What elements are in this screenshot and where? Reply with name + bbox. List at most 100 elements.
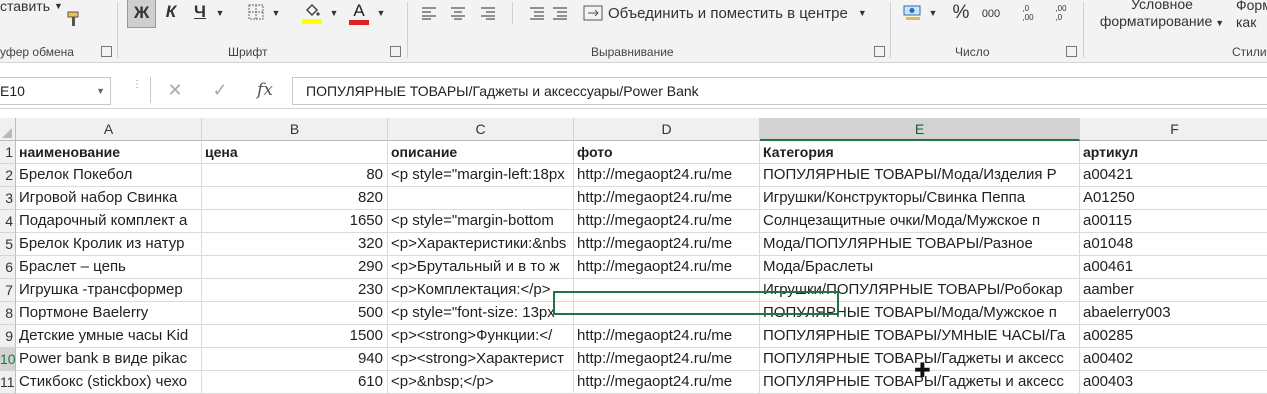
chevron-down-icon[interactable]: ▼ — [96, 78, 105, 104]
table-cell[interactable]: 80 — [202, 164, 388, 187]
conditional-formatting-button[interactable]: Условное форматирование ▼ — [1092, 0, 1232, 34]
table-cell[interactable]: http://megaopt24.ru/me — [574, 233, 760, 256]
table-cell[interactable]: Брелок Кролик из натур — [16, 233, 202, 256]
table-cell[interactable]: Мода/Браслеты — [760, 256, 1080, 279]
table-cell[interactable]: http://megaopt24.ru/me — [574, 348, 760, 371]
align-right-icon[interactable] — [477, 2, 499, 24]
borders-icon[interactable] — [246, 1, 266, 23]
table-cell[interactable]: a00402 — [1080, 348, 1267, 371]
row-header[interactable]: 11 — [0, 371, 16, 394]
table-cell[interactable]: <p>Комплектация:</p> — [388, 279, 574, 302]
table-cell[interactable]: 320 — [202, 233, 388, 256]
column-header-a[interactable]: A — [16, 118, 202, 141]
insert-function-icon[interactable]: fx — [250, 77, 280, 103]
table-cell[interactable]: a00403 — [1080, 371, 1267, 394]
table-cell[interactable]: <p>Брутальный и в то ж — [388, 256, 574, 279]
increase-decimal-button[interactable]: ,0 ,00 — [1015, 0, 1041, 26]
row-header[interactable]: 10 — [0, 348, 16, 371]
cancel-icon[interactable]: ✕ — [160, 77, 190, 103]
row-header[interactable]: 9 — [0, 325, 16, 348]
table-cell[interactable]: http://megaopt24.ru/me — [574, 187, 760, 210]
table-cell[interactable]: Детские умные часы Kid — [16, 325, 202, 348]
table-cell[interactable]: Игровой набор Свинка — [16, 187, 202, 210]
table-cell[interactable]: A01250 — [1080, 187, 1267, 210]
chevron-down-icon[interactable]: ▼ — [270, 3, 282, 23]
select-all-corner[interactable] — [0, 118, 16, 141]
column-header-c[interactable]: C — [388, 118, 574, 141]
table-cell[interactable]: 1500 — [202, 325, 388, 348]
format-painter-icon[interactable] — [64, 8, 84, 30]
header-cell[interactable]: артикул — [1080, 141, 1267, 164]
merge-center-button[interactable]: Объединить и поместить в центре ▼ — [583, 0, 867, 26]
row-header[interactable]: 1 — [0, 141, 16, 164]
table-cell[interactable]: 820 — [202, 187, 388, 210]
fill-color-button[interactable] — [300, 0, 324, 26]
percent-button[interactable]: % — [950, 1, 972, 25]
table-cell[interactable]: a00421 — [1080, 164, 1267, 187]
row-header[interactable]: 4 — [0, 210, 16, 233]
table-cell[interactable]: ПОПУЛЯРНЫЕ ТОВАРЫ/УМНЫЕ ЧАСЫ/Га — [760, 325, 1080, 348]
formula-input[interactable]: ПОПУЛЯРНЫЕ ТОВАРЫ/Гаджеты и аксессуары/P… — [292, 77, 1267, 105]
table-cell[interactable]: abaelerry003 — [1080, 302, 1267, 325]
align-left-icon[interactable] — [418, 2, 440, 24]
table-cell[interactable]: <p>Характеристики:&nbs — [388, 233, 574, 256]
table-cell[interactable] — [388, 187, 574, 210]
column-header-b[interactable]: B — [202, 118, 388, 141]
table-cell[interactable]: 610 — [202, 371, 388, 394]
format-as-table-button[interactable]: Форм как — [1236, 0, 1267, 34]
decrease-decimal-button[interactable]: ,00 ,0 — [1048, 0, 1074, 26]
table-cell[interactable]: aamber — [1080, 279, 1267, 302]
paste-button[interactable]: ставить ▼ — [0, 0, 63, 16]
table-cell[interactable]: Солнцезащитные очки/Мода/Мужское п — [760, 210, 1080, 233]
row-header[interactable]: 3 — [0, 187, 16, 210]
indent-icon[interactable] — [522, 2, 576, 24]
table-cell[interactable]: a01048 — [1080, 233, 1267, 256]
row-header[interactable]: 5 — [0, 233, 16, 256]
clipboard-launcher-icon[interactable] — [101, 46, 112, 57]
thousands-button[interactable]: 000 — [979, 3, 1003, 25]
column-header-d[interactable]: D — [574, 118, 760, 141]
table-cell[interactable]: <p>&nbsp;</p> — [388, 371, 574, 394]
table-cell[interactable]: Портмоне Baelerry — [16, 302, 202, 325]
table-cell[interactable]: 500 — [202, 302, 388, 325]
column-header-e[interactable]: E — [760, 118, 1080, 141]
table-cell[interactable]: 230 — [202, 279, 388, 302]
currency-icon[interactable] — [901, 0, 925, 26]
table-cell[interactable]: http://megaopt24.ru/me — [574, 164, 760, 187]
table-cell[interactable]: http://megaopt24.ru/me — [574, 325, 760, 348]
table-cell[interactable]: http://megaopt24.ru/me — [574, 371, 760, 394]
header-cell[interactable]: описание — [388, 141, 574, 164]
chevron-down-icon[interactable]: ▼ — [927, 3, 939, 23]
table-cell[interactable]: http://megaopt24.ru/me — [574, 210, 760, 233]
number-launcher-icon[interactable] — [1066, 46, 1077, 57]
table-cell[interactable]: 940 — [202, 348, 388, 371]
row-header[interactable]: 8 — [0, 302, 16, 325]
table-cell[interactable]: 1650 — [202, 210, 388, 233]
table-cell[interactable]: Браслет – цепь — [16, 256, 202, 279]
italic-button[interactable]: К — [160, 0, 182, 26]
header-cell[interactable]: цена — [202, 141, 388, 164]
table-cell[interactable]: Мода/ПОПУЛЯРНЫЕ ТОВАРЫ/Разное — [760, 233, 1080, 256]
table-cell[interactable]: a00115 — [1080, 210, 1267, 233]
underline-button[interactable]: Ч — [189, 0, 211, 26]
row-header[interactable]: 2 — [0, 164, 16, 187]
table-cell[interactable]: <p style="font-size: 13px — [388, 302, 574, 325]
table-cell[interactable]: Игрушка -трансформер — [16, 279, 202, 302]
table-cell[interactable]: <p><strong>Функции:</ — [388, 325, 574, 348]
column-header-f[interactable]: F — [1080, 118, 1267, 141]
table-cell[interactable]: a00285 — [1080, 325, 1267, 348]
chevron-down-icon[interactable]: ▼ — [328, 3, 340, 23]
name-box[interactable]: E10 ▼ — [0, 77, 111, 105]
table-cell[interactable]: <p><strong>Характерист — [388, 348, 574, 371]
table-cell[interactable]: http://megaopt24.ru/me — [574, 256, 760, 279]
table-cell[interactable]: Стикбокс (stickbox) чехо — [16, 371, 202, 394]
font-color-button[interactable]: A — [346, 0, 372, 26]
chevron-down-icon[interactable]: ▼ — [375, 3, 387, 23]
row-header[interactable]: 7 — [0, 279, 16, 302]
enter-icon[interactable]: ✓ — [205, 77, 235, 103]
table-cell[interactable]: Подарочный комплект а — [16, 210, 202, 233]
table-cell[interactable]: Power bank в виде pikac — [16, 348, 202, 371]
formula-bar-grip-icon[interactable]: ⋮ — [132, 80, 142, 97]
align-center-icon[interactable] — [447, 2, 469, 24]
row-header[interactable]: 6 — [0, 256, 16, 279]
